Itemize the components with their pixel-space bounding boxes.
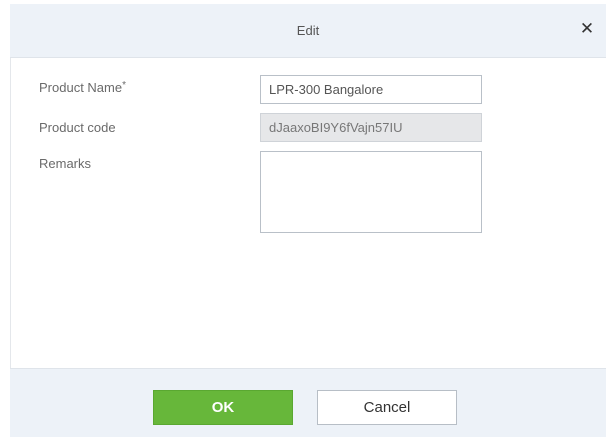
dialog-title-bar: Edit ✕ bbox=[10, 4, 606, 58]
product-name-label-text: Product Name bbox=[39, 80, 123, 95]
close-icon[interactable]: ✕ bbox=[576, 18, 598, 40]
ok-button[interactable]: OK bbox=[153, 390, 293, 425]
product-name-label: Product Name* bbox=[39, 80, 126, 95]
edit-dialog: Edit ✕ Product Name* Product code Remark… bbox=[0, 0, 606, 437]
cancel-button[interactable]: Cancel bbox=[317, 390, 457, 425]
dialog-body: Product Name* Product code Remarks bbox=[10, 58, 606, 368]
product-code-label: Product code bbox=[39, 120, 116, 135]
remarks-textarea[interactable] bbox=[260, 151, 482, 233]
dialog-title: Edit bbox=[296, 23, 320, 38]
dialog-footer: OK Cancel bbox=[10, 368, 606, 437]
product-code-field[interactable] bbox=[260, 113, 482, 142]
remarks-label: Remarks bbox=[39, 156, 92, 171]
required-marker: * bbox=[122, 80, 126, 91]
product-name-input[interactable] bbox=[260, 75, 482, 104]
